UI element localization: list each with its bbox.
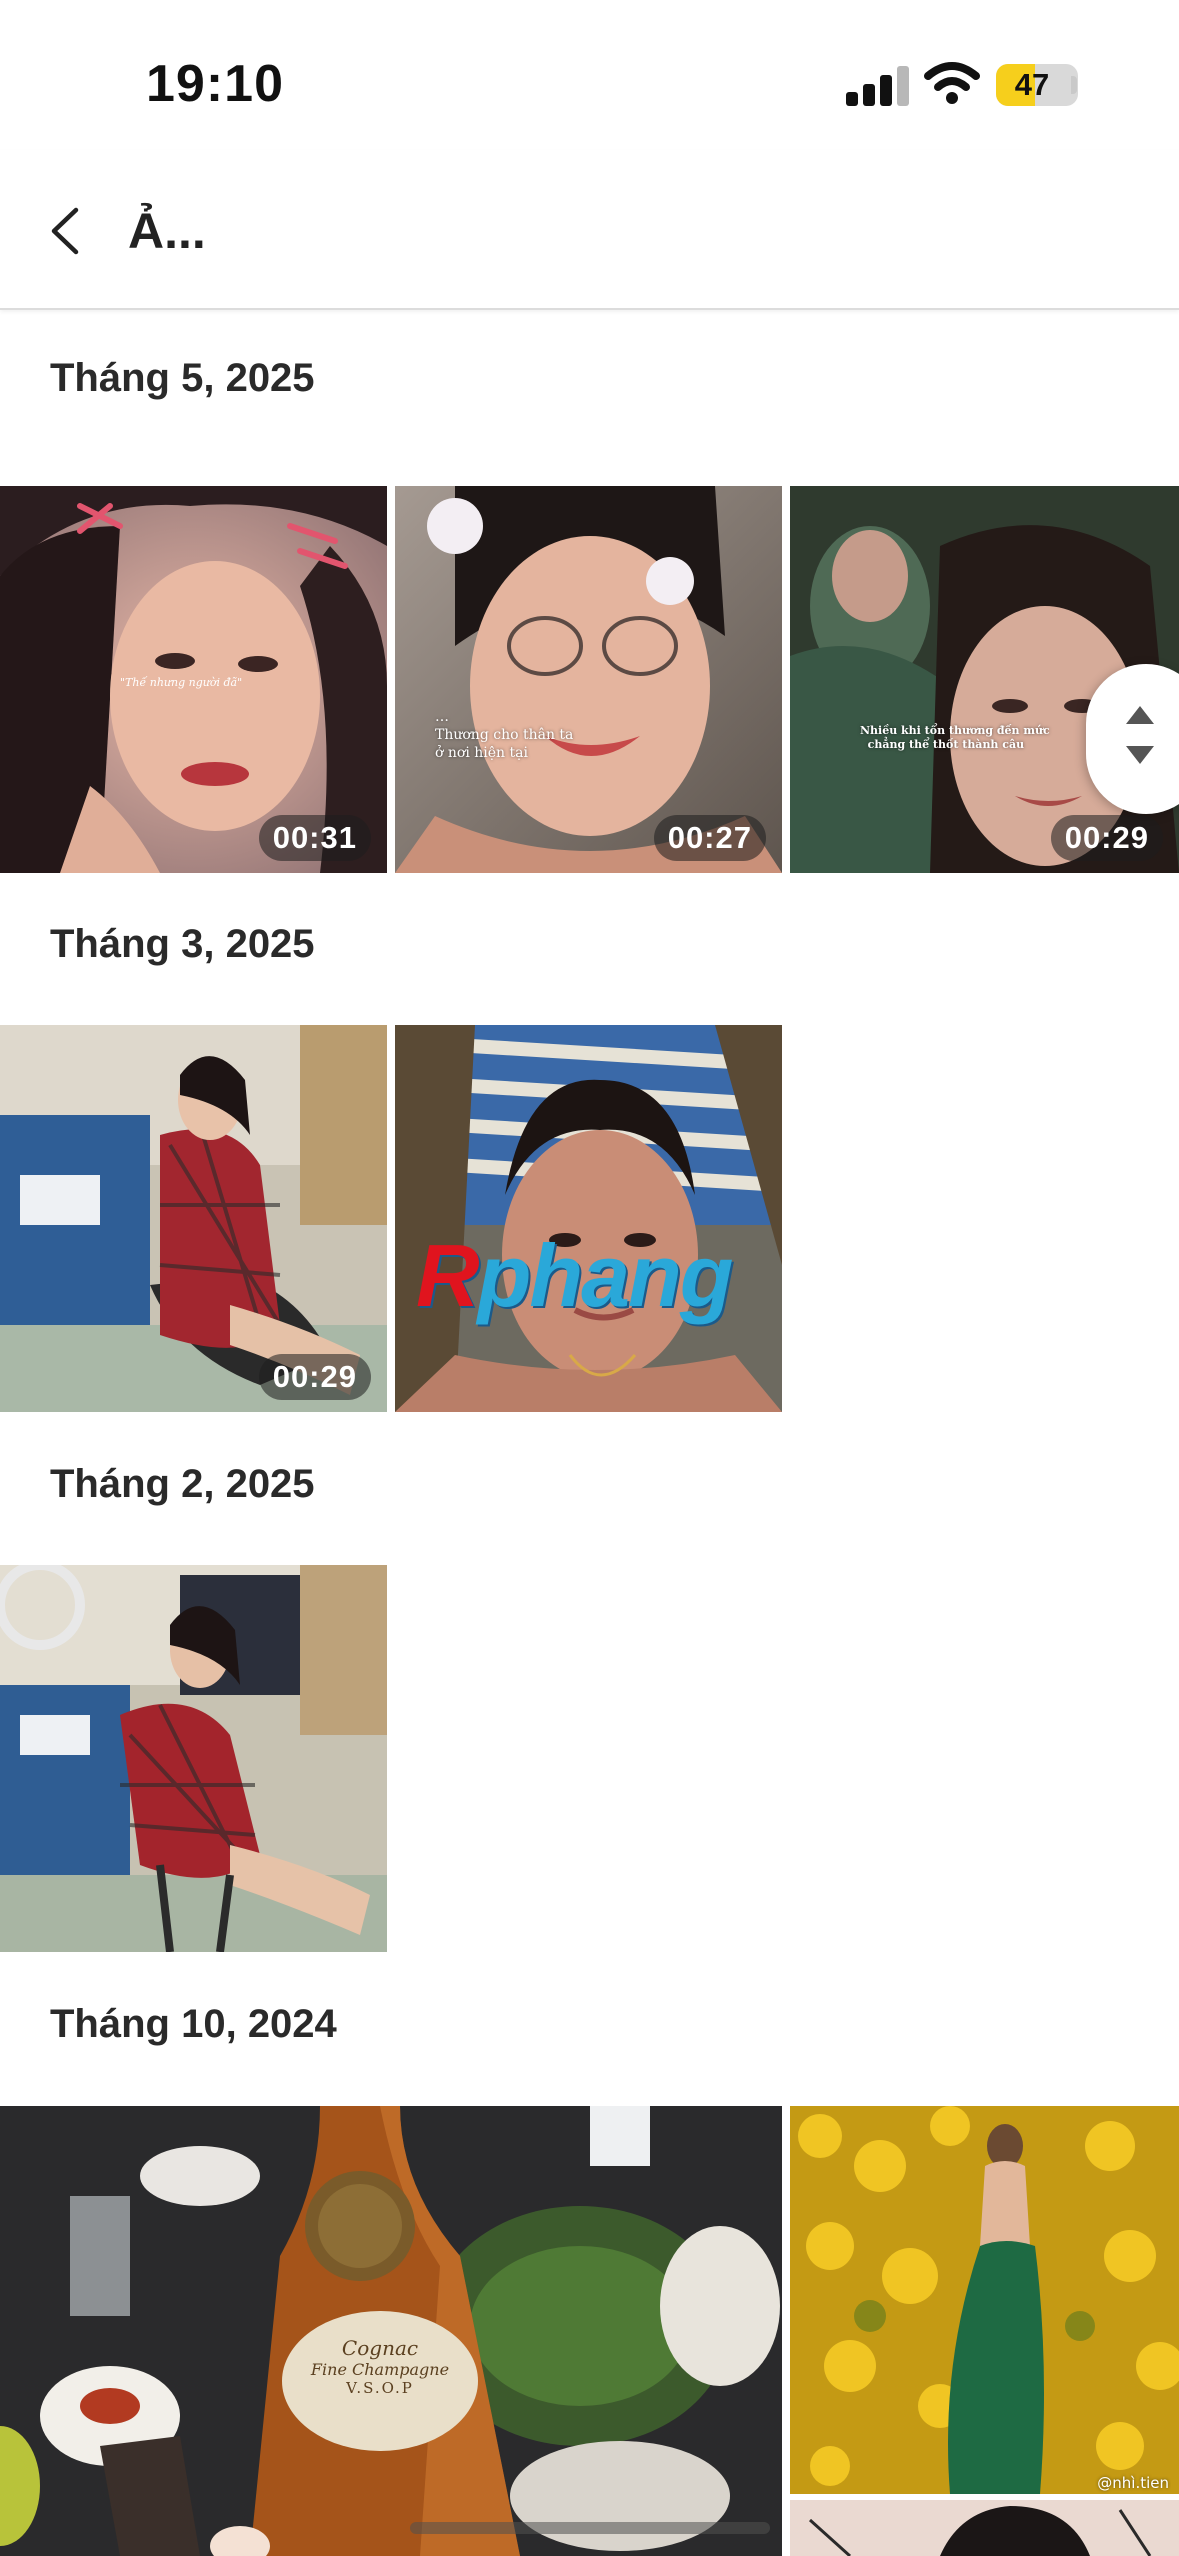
video-caption: Nhiều khi tổn thương đến mức chẳng thể t… bbox=[860, 724, 1050, 751]
page-title: Ả... bbox=[128, 203, 206, 259]
watermark-text: Rphang bbox=[416, 1226, 734, 1325]
home-indicator[interactable] bbox=[410, 2522, 770, 2534]
photo-thumbnail[interactable] bbox=[790, 2500, 1179, 2556]
video-caption: … Thương cho thân ta ở nơi hiện tại bbox=[435, 709, 574, 761]
video-duration: 00:27 bbox=[653, 815, 766, 861]
nav-header: Ả... bbox=[0, 150, 1179, 310]
svg-text:"Thế nhưng người đã": "Thế nhưng người đã" bbox=[120, 676, 242, 689]
battery-level: 47 bbox=[1014, 67, 1050, 102]
video-duration: 00:31 bbox=[258, 815, 371, 861]
chevron-left-icon[interactable] bbox=[40, 204, 94, 258]
bottle-label-line: Cognac bbox=[341, 2336, 419, 2360]
photo-caption: @nhì.tien bbox=[1097, 2474, 1169, 2492]
section-title-feb-2025: Tháng 2, 2025 bbox=[50, 1462, 315, 1506]
photo-thumbnail[interactable]: Cognac Fine Champagne V.S.O.P bbox=[0, 2106, 782, 2556]
video-thumbnail[interactable]: 00:29 bbox=[0, 1025, 387, 1412]
video-thumbnail[interactable]: "Thế nhưng người đã" 00:31 bbox=[0, 486, 387, 873]
bottle-label: Cognac Fine Champagne V.S.O.P bbox=[305, 2336, 455, 2397]
battery-icon: 47 bbox=[996, 64, 1078, 106]
section-title-march-2025: Tháng 3, 2025 bbox=[50, 922, 315, 966]
scroll-up-down-icon[interactable] bbox=[1086, 664, 1179, 814]
status-time: 19:10 bbox=[146, 55, 284, 113]
bottle-label-line: Fine Champagne bbox=[310, 2360, 450, 2379]
battery-tip bbox=[1071, 76, 1077, 94]
signal-icon bbox=[846, 62, 909, 106]
status-bar: 19:10 47 bbox=[0, 0, 1179, 150]
photo-thumbnail[interactable]: @nhì.tien bbox=[790, 2106, 1179, 2494]
video-duration: 00:29 bbox=[258, 1354, 371, 1400]
section-title-oct-2024: Tháng 10, 2024 bbox=[50, 2002, 337, 2046]
section-title-may-2025: Tháng 5, 2025 bbox=[50, 356, 315, 400]
photo-thumbnail[interactable] bbox=[0, 1565, 387, 1952]
photo-thumbnail[interactable] bbox=[395, 1025, 782, 1412]
video-duration: 00:29 bbox=[1050, 815, 1163, 861]
video-thumbnail[interactable]: … Thương cho thân ta ở nơi hiện tại 00:27 bbox=[395, 486, 782, 873]
wifi-icon bbox=[924, 60, 980, 106]
bottle-label-line: V.S.O.P bbox=[346, 2379, 414, 2397]
